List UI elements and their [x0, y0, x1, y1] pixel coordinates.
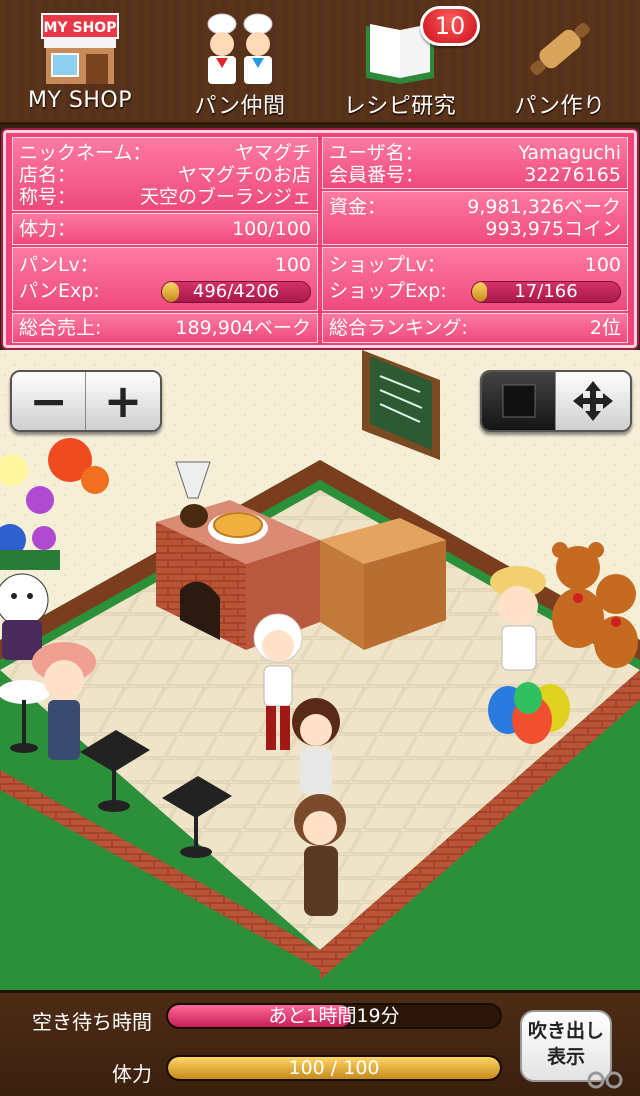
account-cell: ユーザ名： Yamaguchi 会員番号： 32276165: [322, 137, 628, 189]
bread-exp-bar: 496/4206: [161, 281, 311, 303]
shop-level-cell: ショップLv： 100 ショップExp: 17/166: [322, 247, 628, 311]
pizza: [213, 512, 263, 538]
bubble-line2: 表示: [546, 1046, 585, 1068]
wait-time-label: 空き待ち時間: [32, 1010, 152, 1034]
nav-my-shop-label: MY SHOP: [27, 88, 132, 113]
move-button[interactable]: [556, 372, 630, 430]
cat-mascot: [0, 573, 49, 660]
player-stats-panel: ニックネーム： ヤマグチ 店名： ヤマグチのお店 称号： 天空のブーランジェ 体力： 1…: [3, 130, 637, 348]
bakers-icon: [207, 13, 273, 84]
sales-value: 189,904ベーク: [175, 317, 311, 339]
hp-label: 体力：: [19, 218, 77, 240]
funds-label: 資金：: [329, 196, 387, 218]
shop-name-label: 店名：: [19, 164, 77, 186]
ranking-cell: 総合ランキング: 2位: [322, 313, 628, 343]
shop-exp-bar: 17/166: [471, 281, 621, 303]
view-controls: [480, 370, 632, 432]
funds-coin-value: 993,975コイン: [485, 218, 621, 240]
game-screen: MY SHOP MY SHOP パン仲間 レシピ研究 10 パン作り ニックネー…: [0, 0, 640, 1096]
zoom-controls: − +: [10, 370, 162, 432]
nav-bread-making-label: パン作り: [514, 94, 606, 119]
zoom-in-button[interactable]: +: [86, 372, 160, 430]
watermark-logo-icon: [587, 1071, 623, 1089]
zoom-out-button[interactable]: −: [12, 372, 86, 430]
wait-time-value: あと1時間19分: [268, 1005, 400, 1027]
nav-bread-friends[interactable]: パン仲間: [160, 0, 320, 125]
title-label: 称号：: [19, 186, 77, 208]
username-label: ユーザ名：: [329, 142, 424, 164]
ranking-value: 2位: [589, 317, 621, 339]
nav-recipe-research-label: レシピ研究: [343, 94, 457, 119]
title-value: 天空のブーランジェ: [139, 186, 311, 208]
nav-bread-friends-label: パン仲間: [194, 94, 286, 119]
shop-icon: MY SHOP: [41, 13, 119, 84]
bottom-hp-bar: 100 / 100: [166, 1055, 502, 1081]
sales-label: 総合売上:: [19, 317, 102, 339]
member-number-label: 会員番号：: [329, 164, 425, 186]
funds-cell: 資金： 9,981,326ベーク 993,975コイン: [322, 191, 628, 245]
shop-exp-label: ショップExp:: [329, 280, 447, 302]
username-value: Yamaguchi: [518, 142, 621, 164]
shop-exp-value: 17/166: [514, 281, 578, 302]
top-nav: MY SHOP MY SHOP パン仲間 レシピ研究 10 パン作り: [0, 0, 640, 125]
funds-bake-value: 9,981,326ベーク: [467, 196, 621, 218]
member-number-value: 32276165: [524, 164, 621, 186]
shop-lv-label: ショップLv：: [329, 254, 446, 276]
nav-bread-making[interactable]: パン作り: [480, 0, 640, 125]
bread-lv-value: 100: [274, 254, 311, 276]
rolling-pin-icon: [530, 22, 590, 76]
nickname-label: ニックネーム：: [19, 142, 152, 164]
hp-value: 100/100: [232, 218, 311, 240]
shop-scene[interactable]: [0, 350, 640, 990]
shop-lv-value: 100: [584, 254, 621, 276]
move-arrows-icon: [573, 381, 613, 421]
bubble-line1: 吹き出し: [527, 1020, 604, 1042]
bread-lv-label: パンLv：: [19, 254, 99, 276]
hp-cell: 体力： 100/100: [12, 213, 318, 245]
wait-time-bar: あと1時間19分: [166, 1003, 502, 1029]
notification-badge: 10: [420, 6, 480, 46]
stop-icon: [502, 384, 535, 418]
bread-exp-label: パンExp:: [19, 280, 100, 302]
bread-level-cell: パンLv： 100 パンExp: 496/4206: [12, 247, 318, 311]
ranking-label: 総合ランキング:: [329, 317, 468, 339]
bread-exp-value: 496/4206: [192, 281, 280, 302]
nav-my-shop[interactable]: MY SHOP MY SHOP: [0, 0, 160, 125]
nickname-value: ヤマグチ: [234, 142, 311, 164]
sales-cell: 総合売上: 189,904ベーク: [12, 313, 318, 343]
bottom-hp-value: 100 / 100: [288, 1057, 380, 1079]
profile-cell: ニックネーム： ヤマグチ 店名： ヤマグチのお店 称号： 天空のブーランジェ: [12, 137, 318, 211]
bottom-hp-label: 体力: [112, 1062, 152, 1086]
stop-button[interactable]: [482, 372, 556, 430]
shop-sign-text: MY SHOP: [44, 20, 117, 36]
shop-name-value: ヤマグチのお店: [177, 164, 311, 186]
